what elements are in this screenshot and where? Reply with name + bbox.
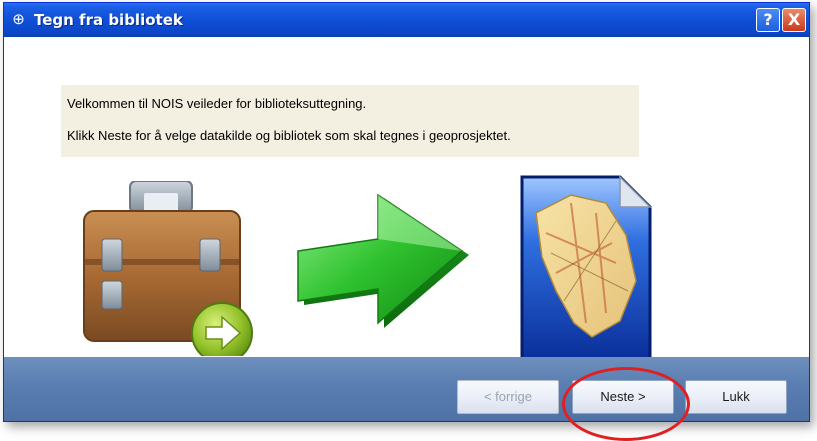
title-bar[interactable]: ⊕ Tegn fra bibliotek ? X [4, 3, 809, 37]
green-arrow-icon [297, 193, 469, 328]
globe-icon: ⊕ [12, 11, 25, 28]
map-document-icon [520, 175, 652, 361]
welcome-message: Velkommen til NOIS veileder for bibliote… [61, 85, 639, 157]
briefcase-with-arrow-icon [83, 181, 253, 356]
instruction-line: Klikk Neste for å velge datakilde og bib… [67, 128, 511, 143]
close-window-button[interactable]: X [782, 8, 806, 32]
close-button[interactable]: Lukk [685, 380, 787, 414]
wizard-window: ⊕ Tegn fra bibliotek ? X Velkommen til N… [3, 2, 810, 441]
help-button[interactable]: ? [756, 8, 780, 32]
welcome-line: Velkommen til NOIS veileder for bibliote… [67, 96, 367, 111]
previous-button[interactable]: < forrige [457, 380, 559, 414]
next-button[interactable]: Neste > [572, 380, 674, 414]
window-title: Tegn fra bibliotek [34, 11, 183, 29]
